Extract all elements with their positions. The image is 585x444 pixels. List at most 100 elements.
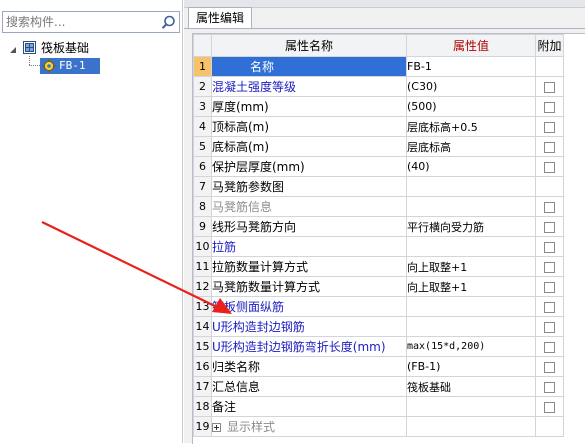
property-name-cell[interactable]: 底标高(m) bbox=[211, 136, 407, 157]
table-row[interactable]: 8 马凳筋信息 bbox=[193, 196, 564, 217]
property-value-cell[interactable]: 向上取整+1 bbox=[406, 276, 536, 297]
property-name-cell[interactable]: 拉筋数量计算方式 bbox=[211, 256, 407, 277]
add-checkbox[interactable] bbox=[544, 281, 555, 293]
table-row[interactable]: 10 拉筋 bbox=[193, 236, 564, 257]
add-cell[interactable] bbox=[535, 76, 564, 97]
property-value-cell[interactable]: (40) bbox=[406, 156, 536, 177]
table-row[interactable]: 11 拉筋数量计算方式 向上取整+1 bbox=[193, 256, 564, 277]
property-name-cell[interactable]: 马凳筋信息 bbox=[211, 196, 407, 217]
add-cell[interactable] bbox=[535, 196, 564, 217]
table-row[interactable]: 2 混凝土强度等级 (C30) bbox=[193, 76, 564, 97]
property-name-cell[interactable]: 归类名称 bbox=[211, 356, 407, 377]
search-input[interactable] bbox=[3, 12, 155, 32]
add-checkbox[interactable] bbox=[544, 341, 555, 353]
property-name-cell[interactable]: 马凳筋数量计算方式 bbox=[211, 276, 407, 297]
property-name-cell[interactable]: 筏板侧面纵筋 bbox=[211, 296, 407, 317]
add-checkbox[interactable] bbox=[544, 221, 555, 233]
table-row[interactable]: 19 显示样式 bbox=[193, 416, 564, 437]
property-value-cell[interactable] bbox=[406, 316, 536, 337]
property-name-cell[interactable]: 备注 bbox=[211, 396, 407, 417]
add-checkbox[interactable] bbox=[544, 141, 555, 153]
table-row[interactable]: 6 保护层厚度(mm) (40) bbox=[193, 156, 564, 177]
add-checkbox[interactable] bbox=[544, 201, 555, 213]
add-cell[interactable] bbox=[535, 296, 564, 317]
property-value-cell[interactable] bbox=[406, 236, 536, 257]
table-row[interactable]: 7 马凳筋参数图 bbox=[193, 176, 564, 197]
table-row[interactable]: 18 备注 bbox=[193, 396, 564, 417]
add-cell[interactable] bbox=[535, 216, 564, 237]
property-name-cell[interactable]: U形构造封边钢筋 bbox=[211, 316, 407, 337]
property-value-cell[interactable] bbox=[406, 396, 536, 417]
add-checkbox[interactable] bbox=[544, 301, 555, 313]
table-row[interactable]: 16 归类名称 (FB-1) bbox=[193, 356, 564, 377]
col-header-value[interactable]: 属性值 bbox=[406, 34, 536, 57]
property-value-cell[interactable]: max(15*d,200) bbox=[406, 336, 536, 357]
col-header-add[interactable]: 附加 bbox=[535, 34, 564, 57]
add-cell[interactable] bbox=[535, 256, 564, 277]
table-row[interactable]: 9 线形马凳筋方向 平行横向受力筋 bbox=[193, 216, 564, 237]
add-cell[interactable] bbox=[535, 396, 564, 417]
table-row[interactable]: 15 U形构造封边钢筋弯折长度(mm) max(15*d,200) bbox=[193, 336, 564, 357]
add-cell[interactable] bbox=[535, 116, 564, 137]
add-cell[interactable] bbox=[535, 156, 564, 177]
property-value-cell[interactable]: (FB-1) bbox=[406, 356, 536, 377]
property-name-cell[interactable]: 汇总信息 bbox=[211, 376, 407, 397]
expand-plus-icon[interactable] bbox=[212, 423, 221, 432]
add-checkbox[interactable] bbox=[544, 321, 555, 333]
property-name-cell[interactable]: 厚度(mm) bbox=[211, 96, 407, 117]
search-box[interactable] bbox=[2, 11, 180, 33]
property-value-cell[interactable] bbox=[406, 296, 536, 317]
add-cell[interactable] bbox=[535, 96, 564, 117]
add-cell[interactable] bbox=[535, 316, 564, 337]
property-name-cell[interactable]: 拉筋 bbox=[211, 236, 407, 257]
table-row[interactable]: 3 厚度(mm) (500) bbox=[193, 96, 564, 117]
table-row[interactable]: 17 汇总信息 筏板基础 bbox=[193, 376, 564, 397]
table-row[interactable]: 13 筏板侧面纵筋 bbox=[193, 296, 564, 317]
property-name-cell[interactable]: U形构造封边钢筋弯折长度(mm) bbox=[211, 336, 407, 357]
tree-item-selection[interactable]: FB-1 bbox=[40, 58, 100, 74]
property-value-cell[interactable] bbox=[406, 416, 536, 437]
property-name-cell[interactable]: 马凳筋参数图 bbox=[211, 176, 407, 197]
property-value-cell[interactable]: 向上取整+1 bbox=[406, 256, 536, 277]
collapse-icon[interactable] bbox=[8, 43, 18, 53]
property-value-cell[interactable]: 筏板基础 bbox=[406, 376, 536, 397]
property-name-cell[interactable]: 名称 bbox=[211, 56, 407, 77]
add-cell[interactable] bbox=[535, 276, 564, 297]
add-checkbox[interactable] bbox=[544, 241, 555, 253]
property-name-cell[interactable]: 顶标高(m) bbox=[211, 116, 407, 137]
property-value-cell[interactable]: 层底标高 bbox=[406, 136, 536, 157]
add-cell[interactable] bbox=[535, 376, 564, 397]
add-checkbox[interactable] bbox=[544, 361, 555, 373]
search-icon[interactable] bbox=[160, 14, 177, 31]
add-cell[interactable] bbox=[535, 336, 564, 357]
add-cell[interactable] bbox=[535, 136, 564, 157]
tab-property-edit[interactable]: 属性编辑 bbox=[188, 7, 252, 28]
property-value-cell[interactable]: (C30) bbox=[406, 76, 536, 97]
table-row[interactable]: 1 名称 FB-1 bbox=[193, 56, 564, 77]
property-value-cell[interactable]: 层底标高+0.5 bbox=[406, 116, 536, 137]
add-checkbox[interactable] bbox=[544, 81, 555, 93]
add-checkbox[interactable] bbox=[544, 401, 555, 413]
property-name-cell[interactable]: 显示样式 bbox=[211, 416, 407, 437]
table-row[interactable]: 12 马凳筋数量计算方式 向上取整+1 bbox=[193, 276, 564, 297]
property-value-cell[interactable]: (500) bbox=[406, 96, 536, 117]
add-checkbox[interactable] bbox=[544, 121, 555, 133]
add-cell[interactable] bbox=[535, 236, 564, 257]
add-checkbox[interactable] bbox=[544, 101, 555, 113]
property-value-cell[interactable]: FB-1 bbox=[406, 56, 536, 77]
table-row[interactable]: 14 U形构造封边钢筋 bbox=[193, 316, 564, 337]
row-number: 19 bbox=[193, 416, 212, 437]
property-value-cell[interactable] bbox=[406, 176, 536, 197]
property-name-cell[interactable]: 线形马凳筋方向 bbox=[211, 216, 407, 237]
add-checkbox[interactable] bbox=[544, 161, 555, 173]
add-cell[interactable] bbox=[535, 356, 564, 377]
property-value-cell[interactable]: 平行横向受力筋 bbox=[406, 216, 536, 237]
table-row[interactable]: 4 顶标高(m) 层底标高+0.5 bbox=[193, 116, 564, 137]
property-name-cell[interactable]: 保护层厚度(mm) bbox=[211, 156, 407, 177]
add-checkbox[interactable] bbox=[544, 381, 555, 393]
property-name-cell[interactable]: 混凝土强度等级 bbox=[211, 76, 407, 97]
col-header-name[interactable]: 属性名称 bbox=[211, 34, 407, 57]
table-row[interactable]: 5 底标高(m) 层底标高 bbox=[193, 136, 564, 157]
property-value-cell[interactable] bbox=[406, 196, 536, 217]
add-checkbox[interactable] bbox=[544, 261, 555, 273]
